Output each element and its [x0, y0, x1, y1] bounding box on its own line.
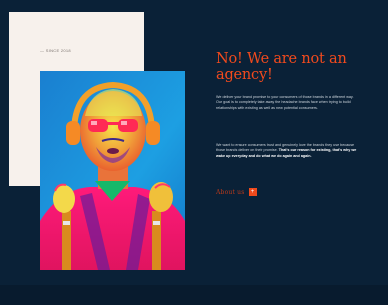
hero-image: [40, 71, 185, 270]
footer-band: [0, 285, 388, 305]
plus-icon[interactable]: +: [248, 188, 257, 196]
about-us-link[interactable]: About us +: [216, 188, 257, 196]
card-label: — SINCE 2018: [40, 48, 71, 53]
about-us-label[interactable]: About us: [216, 189, 245, 196]
page: — SINCE 2018 No! We are not an agency! W…: [0, 0, 388, 305]
intro-paragraph: We deliver your brand promise to your co…: [216, 95, 354, 110]
mission-paragraph: We want to ensure consumers trust and ge…: [216, 143, 358, 159]
headline: No! We are not an agency!: [216, 51, 347, 83]
